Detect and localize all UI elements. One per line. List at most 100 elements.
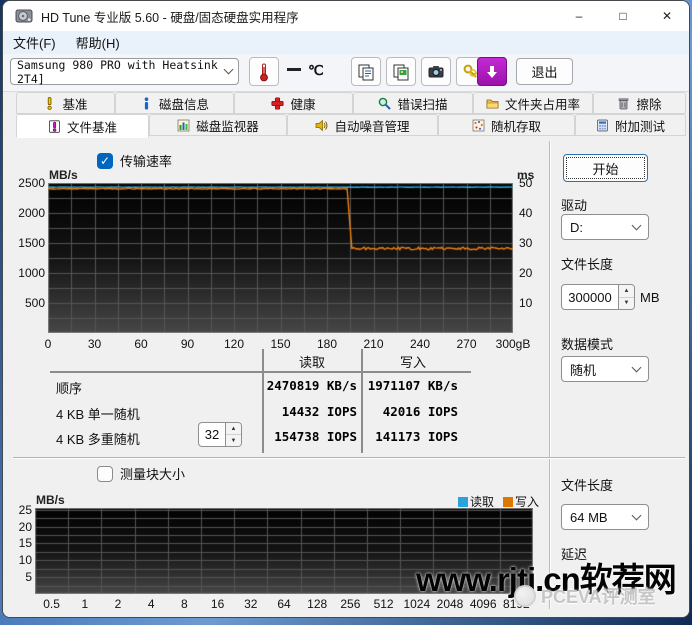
table-write-value: 141173 IOPS [366,429,458,444]
chevron-down-icon [632,510,642,520]
menu-help[interactable]: 帮助(H) [66,33,130,52]
table-col-write: 写入 [365,352,461,371]
tick-label: 10 [19,553,32,567]
panel-divider-vertical [549,141,551,609]
tick-label: 40 [519,206,532,220]
chevron-down-icon [224,65,234,75]
tick-label: 128 [307,597,327,611]
tab-label: 磁盘信息 [159,94,209,113]
tab-label: 文件基准 [67,117,117,136]
checkbox-label: 传输速率 [120,151,172,170]
tab-folder-usage[interactable]: 文件夹占用率 [473,92,593,114]
copy-image-icon [392,63,410,81]
tick-label: 2 [115,597,122,611]
stepper-up-icon[interactable]: ▲ [619,285,634,298]
file-length2-label: 文件长度 [561,475,613,494]
tick-label: 500 [25,296,45,310]
tick-label: 30 [519,236,532,250]
tab-extra-tests[interactable]: 附加测试 [575,114,686,136]
data-mode-dropdown[interactable]: 随机 [561,356,649,382]
tab-label: 随机存取 [491,116,541,135]
extra-tests-icon [596,119,609,132]
stepper-down-icon[interactable]: ▼ [226,435,241,446]
start-button[interactable]: 开始 [563,154,648,182]
tick-label: 90 [181,337,194,351]
drive-selector-value: Samsung 980 PRO with Heatsink 2T4] [17,58,225,86]
block-size-checkbox[interactable]: 测量块大小 [97,464,185,483]
tab-label: 磁盘监视器 [196,116,259,135]
menu-bar: 文件(F) 帮助(H) [3,31,689,54]
drive-label: 驱动 [561,195,587,214]
tick-label: 60 [134,337,147,351]
table-read-value: 154738 IOPS [265,429,357,444]
error-scan-icon [378,97,391,110]
legend-write-label: 写入 [515,495,539,509]
tick-label: 8 [181,597,188,611]
menu-file[interactable]: 文件(F) [3,33,66,52]
tab-erase[interactable]: 擦除 [593,92,686,114]
tick-label: 180 [317,337,337,351]
file-length2-value: 64 MB [570,510,608,525]
legend-read-label: 读取 [470,495,494,509]
tick-label: 16 [211,597,224,611]
tick-label: 1000 [18,266,45,280]
y-axis-unit: MB/s [36,493,65,507]
maximize-button[interactable]: □ [601,1,645,31]
tab-label: 文件夹占用率 [505,94,580,113]
file-length-stepper[interactable]: 300000 ▲▼ [561,284,635,310]
tick-label: 25 [19,503,32,517]
save-results-button[interactable] [477,57,507,86]
stepper-down-icon[interactable]: ▼ [619,298,634,310]
data-mode-value: 随机 [570,360,596,379]
tick-label: 0.5 [43,597,60,611]
exit-button[interactable]: 退出 [516,58,573,85]
chevron-down-icon [632,220,642,230]
watermark-logo-icon [514,585,536,607]
tab-error-scan[interactable]: 错误扫描 [353,92,473,114]
tab-label: 自动噪音管理 [334,116,409,135]
panel-divider-horizontal [13,457,685,459]
drive-dropdown-value: D: [570,220,583,235]
legend-write-swatch [503,497,513,507]
tick-label: 210 [363,337,383,351]
stepper-up-icon[interactable]: ▲ [226,423,241,435]
table-row-label: 4 KB 多重随机 [56,429,140,448]
transfer-rate-chart [48,183,513,333]
tab-random-access[interactable]: 随机存取 [438,114,575,136]
tab-benchmark[interactable]: 基准 [16,92,115,114]
window-title: HD Tune 专业版 5.60 - 硬盘/固态硬盘实用程序 [41,7,299,26]
tab-aam[interactable]: 自动噪音管理 [287,114,438,136]
close-button[interactable]: ✕ [645,1,689,31]
screenshot-button[interactable] [421,57,451,86]
tick-label: 150 [270,337,290,351]
drive-selector[interactable]: Samsung 980 PRO with Heatsink 2T4] [10,58,239,85]
tick-label: 2000 [18,206,45,220]
watermark-attribution-text: PCEVA评测室 [541,583,656,609]
file-length-unit: MB [640,290,660,305]
tab-disk-monitor[interactable]: 磁盘监视器 [149,114,287,136]
y-axis-unit-left: MB/s [49,168,78,182]
tick-label: 10 [519,296,532,310]
minimize-button[interactable]: – [557,1,601,31]
table-row-label: 顺序 [56,378,82,397]
tick-label: 15 [19,536,32,550]
file-length2-dropdown[interactable]: 64 MB [561,504,649,530]
tab-health[interactable]: 健康 [234,92,353,114]
copy-text-button[interactable] [351,57,381,86]
temperature-button[interactable] [249,57,279,86]
data-mode-label: 数据模式 [561,334,613,353]
table-read-value: 2470819 KB/s [265,378,357,393]
drive-dropdown[interactable]: D: [561,214,649,240]
copy-image-button[interactable] [386,57,416,86]
tick-label: 30 [88,337,101,351]
tab-file-benchmark[interactable]: 文件基准 [16,114,149,138]
table-line [361,349,363,453]
table-write-value: 42016 IOPS [366,404,458,419]
table-row-label: 4 KB 单一随机 [56,404,140,423]
transfer-rate-checkbox[interactable]: ✓ 传输速率 [97,151,172,170]
queue-depth-stepper[interactable]: 32 ▲▼ [198,422,242,447]
disk-monitor-icon [177,119,190,132]
tab-disk-info[interactable]: 磁盘信息 [115,92,234,114]
table-col-read: 读取 [264,352,360,371]
tab-label: 基准 [62,94,87,113]
